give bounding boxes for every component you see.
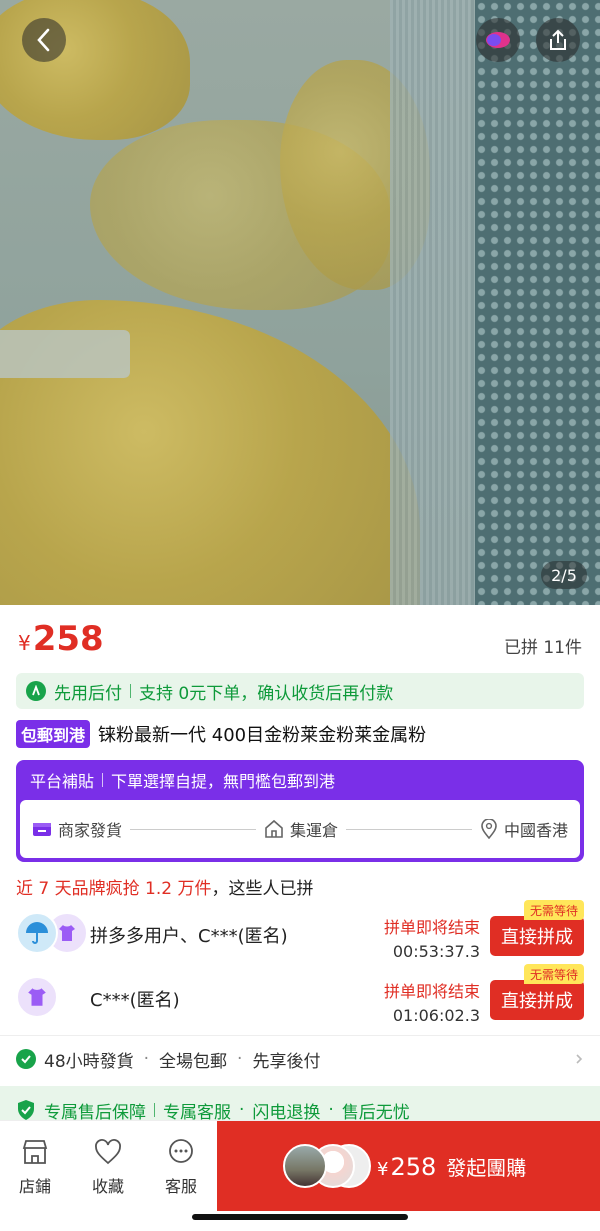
- subsidy-label: 平台補貼: [30, 772, 95, 791]
- home-indicator: [192, 1214, 408, 1220]
- product-image-carousel[interactable]: 2/5: [0, 0, 600, 605]
- image-counter: 2/5: [541, 561, 587, 589]
- product-title: 铼粉最新一代 400目金粉莱金粉莱金属粉: [98, 725, 427, 746]
- group-ending-label: 拼单即将结束: [383, 918, 480, 937]
- location-pin-icon: [480, 819, 498, 839]
- chevron-left-icon: [37, 28, 50, 52]
- shipping-info-card[interactable]: 平台補貼 下單選擇自提，無門檻包郵到港 商家發貨 集運倉 中國香港: [16, 760, 584, 862]
- route-step-warehouse: 集運倉: [264, 817, 338, 841]
- service-row[interactable]: 48小時發貨 · 全場包郵 · 先享後付: [16, 1042, 600, 1076]
- start-group-buy-button[interactable]: ¥ 258 發起團購: [217, 1121, 600, 1211]
- currency-symbol: ¥: [18, 631, 31, 655]
- no-wait-badge: 无需等待: [523, 964, 584, 984]
- route-step-merchant: 商家發貨: [32, 817, 122, 841]
- favorite-button[interactable]: 收藏: [78, 1137, 138, 1197]
- join-group-button[interactable]: 直接拼成: [490, 980, 584, 1020]
- free-shipping-tag: 包郵到港: [16, 720, 91, 748]
- pay-later-text: 支持 0元下单，确认收货后再付款: [139, 683, 394, 704]
- pay-later-label: 先用后付: [54, 683, 122, 704]
- service-item: 先享後付: [252, 1051, 321, 1072]
- shield-check-icon: [18, 1100, 34, 1120]
- buy-label: 發起團購: [446, 1155, 527, 1180]
- group-row[interactable]: C***(匿名) 拼单即将结束 01:06:02.3 直接拼成 无需等待: [0, 964, 600, 1030]
- avatar: [283, 1144, 327, 1188]
- group-members: 拼多多用户、C***(匿名): [90, 926, 288, 947]
- no-wait-badge: 无需等待: [523, 900, 584, 920]
- home-icon: [264, 819, 284, 839]
- share-button[interactable]: [536, 18, 580, 62]
- group-row[interactable]: 拼多多用户、C***(匿名) 拼单即将结束 00:53:37.3 直接拼成 无需…: [0, 900, 600, 966]
- store-button[interactable]: 店鋪: [5, 1137, 65, 1197]
- truck-box-icon: [32, 820, 52, 838]
- chat-bubble-icon: [151, 1137, 211, 1167]
- avatar: [16, 976, 58, 1018]
- shipping-route: 商家發貨 集運倉 中國香港: [20, 800, 580, 858]
- heart-icon: [78, 1137, 138, 1167]
- buy-price: 258: [390, 1152, 437, 1181]
- price-row: ¥ 258 已拼 11件: [0, 605, 600, 667]
- price: ¥ 258: [18, 619, 104, 659]
- shirt-icon: [59, 925, 75, 941]
- group-members: C***(匿名): [90, 990, 180, 1011]
- shirt-icon: [28, 988, 46, 1006]
- service-item: 全場包郵: [159, 1051, 228, 1072]
- check-circle-icon: [16, 1049, 36, 1069]
- pay-later-icon: [26, 681, 46, 701]
- chevron-right-icon: [576, 1054, 583, 1064]
- palette-icon: [486, 32, 510, 48]
- avatar: [16, 912, 58, 954]
- umbrella-icon: [26, 922, 48, 944]
- route-step-destination: 中國香港: [480, 817, 568, 841]
- group-countdown: 00:53:37.3: [392, 942, 480, 961]
- store-icon: [5, 1137, 65, 1167]
- group-ending-label: 拼单即将结束: [383, 982, 480, 1001]
- divider: [0, 1035, 600, 1036]
- sold-count: 已拼 11件: [503, 638, 582, 658]
- group-avatars: [16, 976, 86, 1020]
- price-amount: 258: [32, 619, 104, 659]
- group-countdown: 01:06:02.3: [392, 1006, 480, 1025]
- product-title-row: 包郵到港 铼粉最新一代 400目金粉莱金粉莱金属粉: [16, 720, 426, 748]
- service-item: 48小時發貨: [44, 1051, 134, 1072]
- group-buy-heading: 近 7 天品牌疯抢 1.2 万件，这些人已拼: [16, 879, 314, 899]
- subsidy-text: 下單選擇自提，無門檻包郵到港: [111, 772, 336, 791]
- theme-toggle-button[interactable]: [476, 18, 520, 62]
- buyer-avatars: [283, 1144, 373, 1188]
- pay-later-banner[interactable]: 先用后付 支持 0元下单，确认收货后再付款: [16, 673, 584, 709]
- join-group-button[interactable]: 直接拼成: [490, 916, 584, 956]
- customer-service-button[interactable]: 客服: [151, 1137, 211, 1197]
- back-button[interactable]: [22, 18, 66, 62]
- share-icon: [550, 29, 566, 50]
- group-avatars: [16, 912, 88, 956]
